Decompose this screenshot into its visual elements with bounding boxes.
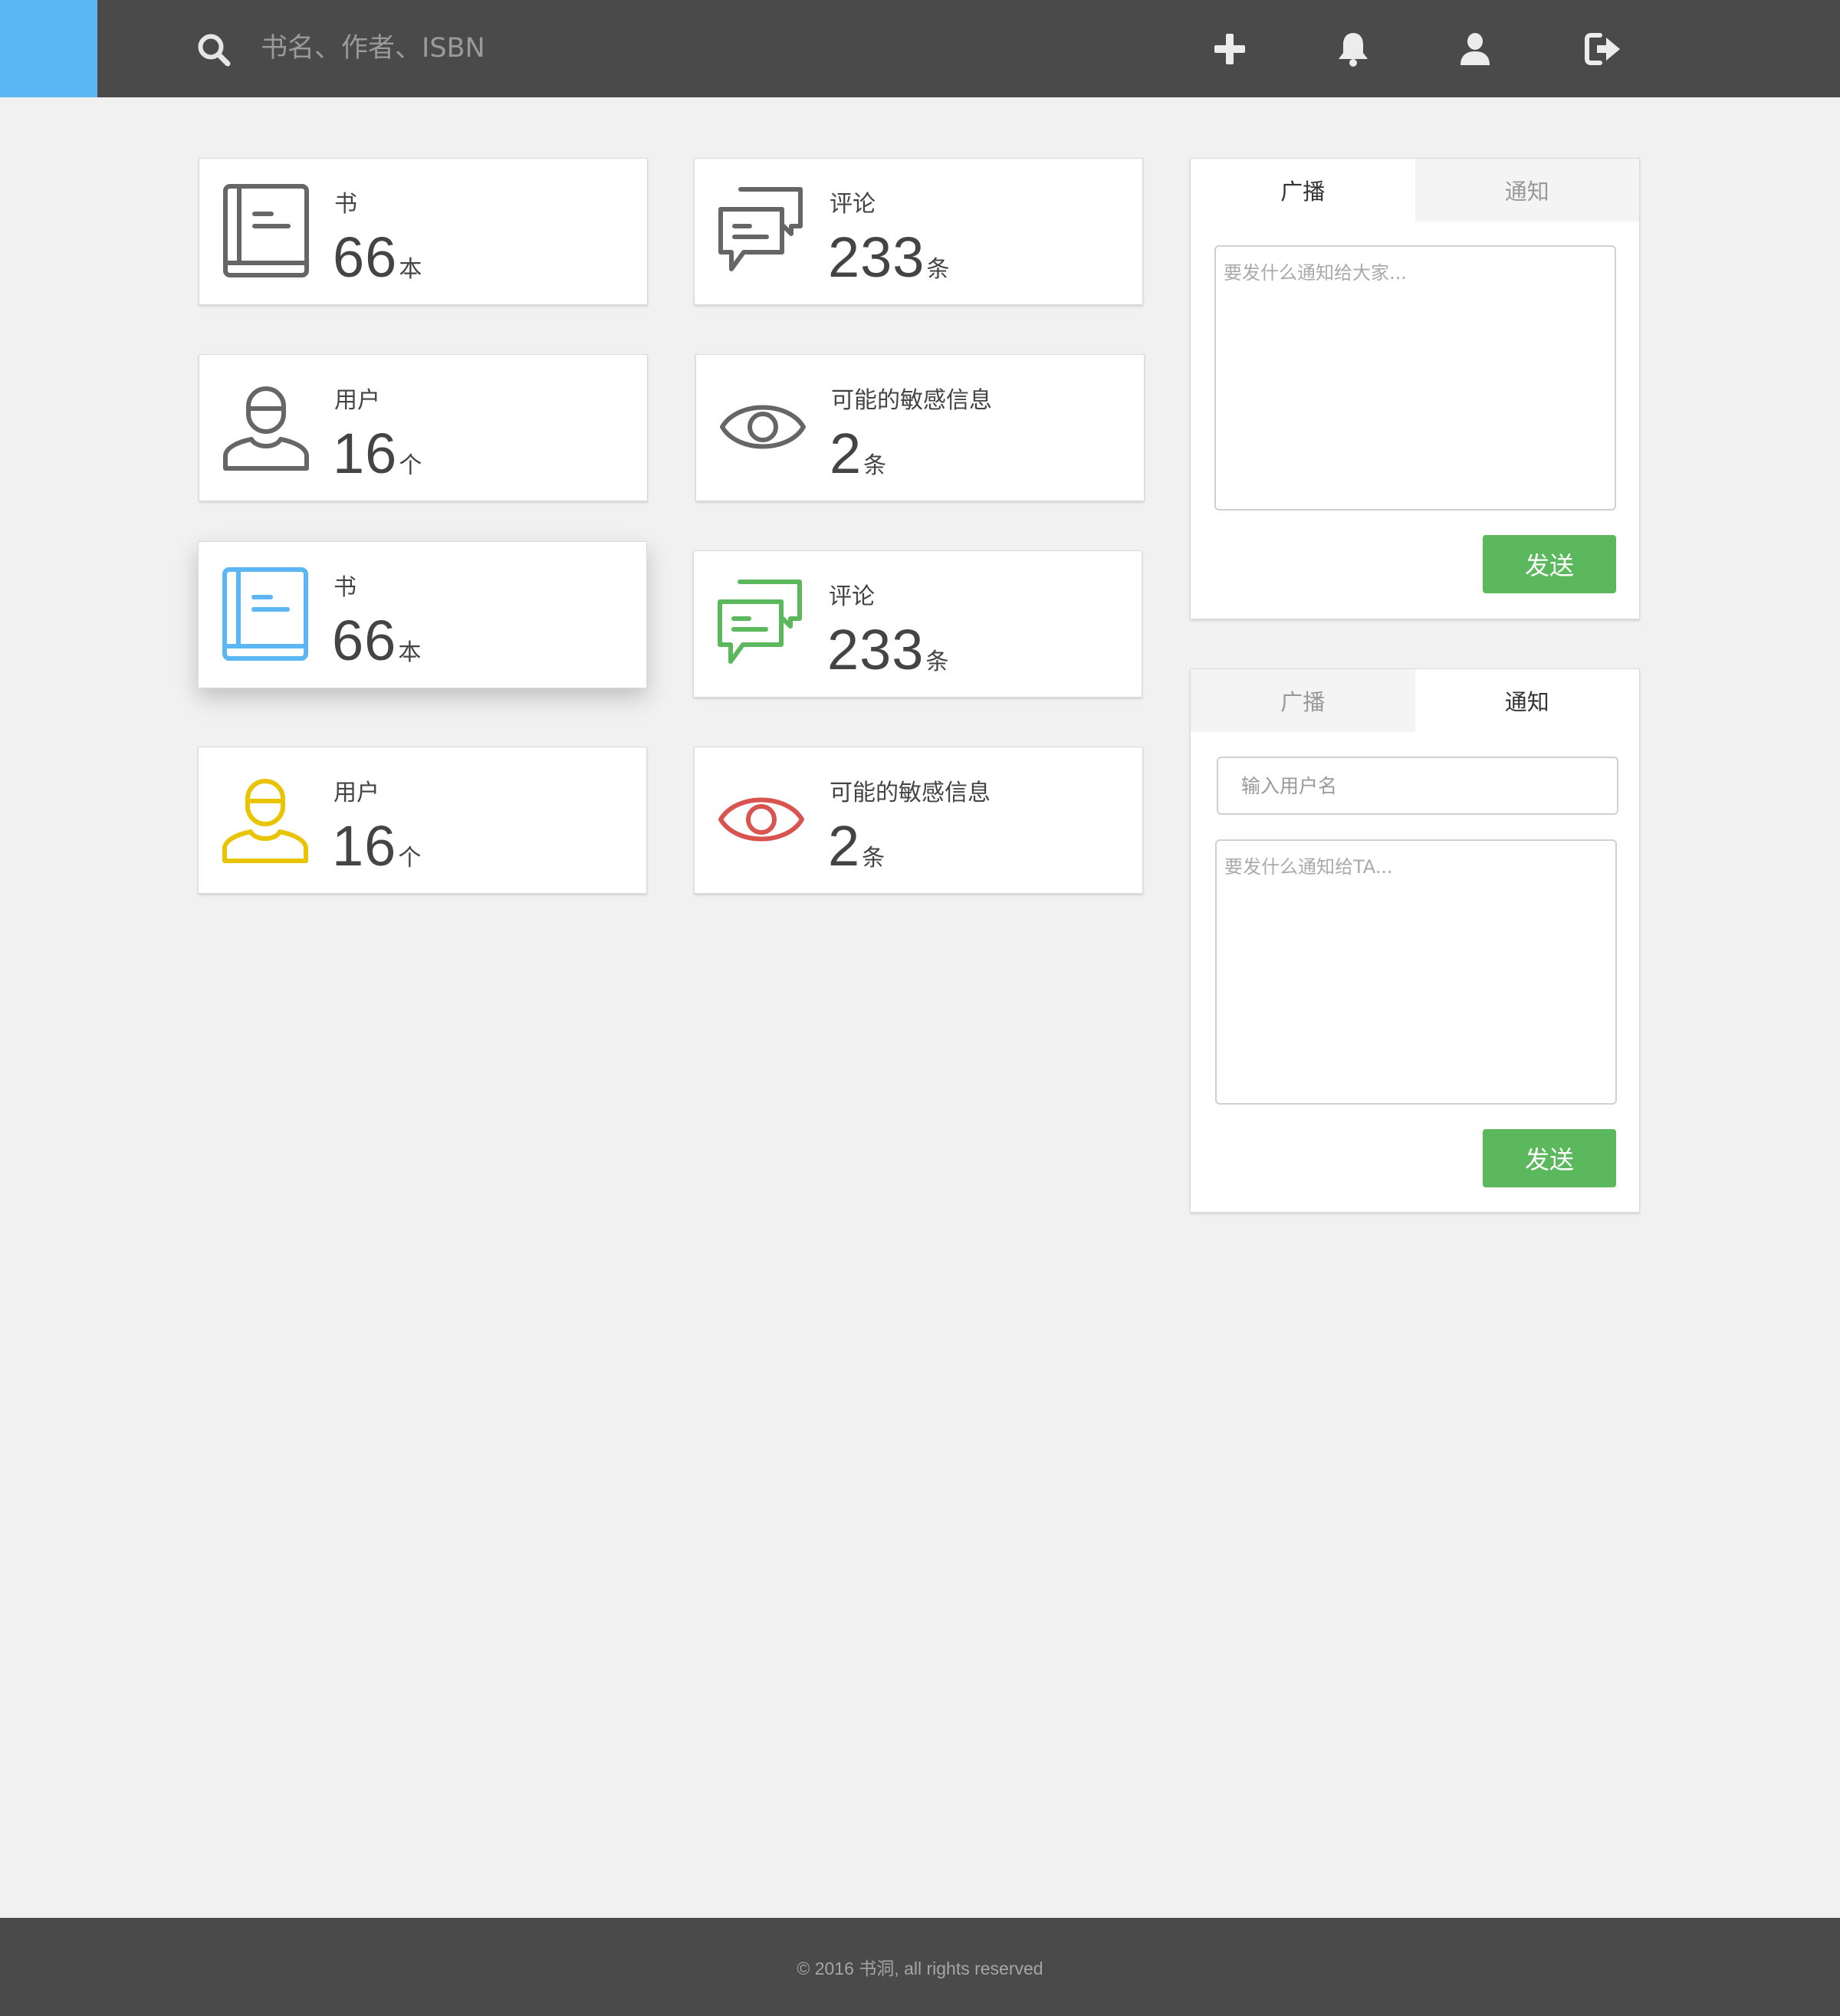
- stat-label: 可能的敏感信息: [831, 387, 992, 414]
- stat-card-sensitive-colored[interactable]: 可能的敏感信息 2条: [694, 747, 1143, 894]
- stat-value: 66: [333, 225, 398, 289]
- comments-icon: [718, 187, 803, 271]
- stat-value: 2: [828, 814, 861, 878]
- search-input[interactable]: [261, 23, 797, 74]
- stat-unit: 条: [925, 648, 949, 675]
- stat-unit: 本: [399, 256, 422, 283]
- broadcast-message-textarea[interactable]: [1214, 245, 1616, 511]
- stat-label: 评论: [829, 583, 875, 610]
- bell-icon: [1339, 33, 1368, 67]
- stat-value-group: 233条: [828, 225, 949, 290]
- tab-broadcast[interactable]: 广播: [1191, 159, 1415, 222]
- stat-label: 书: [334, 191, 357, 218]
- stat-value: 233: [828, 225, 925, 289]
- notify-message-textarea[interactable]: [1215, 839, 1617, 1105]
- stat-unit: 本: [398, 639, 422, 666]
- username-input[interactable]: [1217, 757, 1618, 815]
- stat-value: 2: [830, 422, 863, 485]
- stat-unit: 条: [863, 452, 887, 479]
- add-button[interactable]: [1208, 28, 1251, 71]
- stat-card-comments[interactable]: 评论 233条: [694, 158, 1143, 305]
- stat-card-sensitive[interactable]: 可能的敏感信息 2条: [695, 354, 1145, 501]
- broadcast-panel: 广播 通知 发送: [1190, 158, 1640, 619]
- footer: © 2016 书洞, all rights reserved: [0, 1918, 1840, 2016]
- panel-tabs: 广播 通知: [1191, 669, 1639, 732]
- tab-broadcast[interactable]: 广播: [1191, 669, 1415, 732]
- stat-unit: 个: [398, 845, 422, 872]
- stat-card-books-highlighted[interactable]: 书 66本: [198, 541, 647, 688]
- stat-value: 233: [827, 618, 925, 681]
- copyright-text: © 2016 书洞, all rights reserved: [797, 1959, 1043, 1978]
- stat-value-group: 66本: [333, 225, 422, 290]
- notifications-button[interactable]: [1332, 28, 1375, 71]
- tab-notify[interactable]: 通知: [1414, 159, 1639, 222]
- eye-icon: [718, 797, 804, 842]
- stat-unit: 条: [862, 845, 886, 872]
- stat-card-books[interactable]: 书 66本: [199, 158, 648, 305]
- stat-label: 用户: [334, 387, 380, 414]
- comments-icon: [718, 580, 802, 664]
- user-icon: [1460, 33, 1490, 65]
- panel-tabs: 广播 通知: [1191, 159, 1639, 222]
- search-icon[interactable]: [196, 32, 232, 67]
- stat-label: 可能的敏感信息: [830, 780, 991, 806]
- stat-value-group: 66本: [332, 608, 421, 673]
- profile-button[interactable]: [1454, 28, 1497, 71]
- stat-value-group: 16个: [333, 421, 422, 486]
- stat-value: 66: [332, 609, 397, 672]
- stat-value-group: 2条: [830, 421, 886, 486]
- stat-unit: 条: [926, 256, 950, 283]
- brand-logo-block[interactable]: [0, 0, 97, 97]
- stat-value: 16: [332, 814, 397, 878]
- stat-card-users[interactable]: 用户 16个: [199, 354, 648, 501]
- book-icon: [222, 567, 308, 661]
- stat-unit: 个: [399, 452, 422, 479]
- stat-value-group: 16个: [332, 813, 421, 878]
- stat-label: 书: [334, 574, 356, 601]
- stat-label: 用户: [334, 780, 380, 806]
- tab-notify[interactable]: 通知: [1414, 669, 1639, 732]
- stat-value-group: 2条: [828, 813, 885, 878]
- top-navbar: [0, 0, 1840, 97]
- user-icon: [223, 386, 309, 471]
- stat-value-group: 233条: [827, 617, 948, 682]
- notify-panel: 广播 通知 发送: [1190, 668, 1640, 1213]
- notify-send-button[interactable]: 发送: [1483, 1129, 1616, 1187]
- stat-label: 评论: [830, 191, 876, 218]
- stat-card-comments-colored[interactable]: 评论 233条: [693, 550, 1142, 698]
- logout-icon: [1585, 33, 1620, 65]
- plus-icon: [1214, 34, 1245, 64]
- stat-card-users-colored[interactable]: 用户 16个: [198, 747, 647, 894]
- eye-icon: [720, 405, 806, 449]
- logout-button[interactable]: [1582, 28, 1625, 71]
- book-icon: [223, 184, 309, 277]
- user-icon: [222, 779, 308, 863]
- stat-value: 16: [333, 422, 398, 485]
- broadcast-send-button[interactable]: 发送: [1483, 535, 1616, 593]
